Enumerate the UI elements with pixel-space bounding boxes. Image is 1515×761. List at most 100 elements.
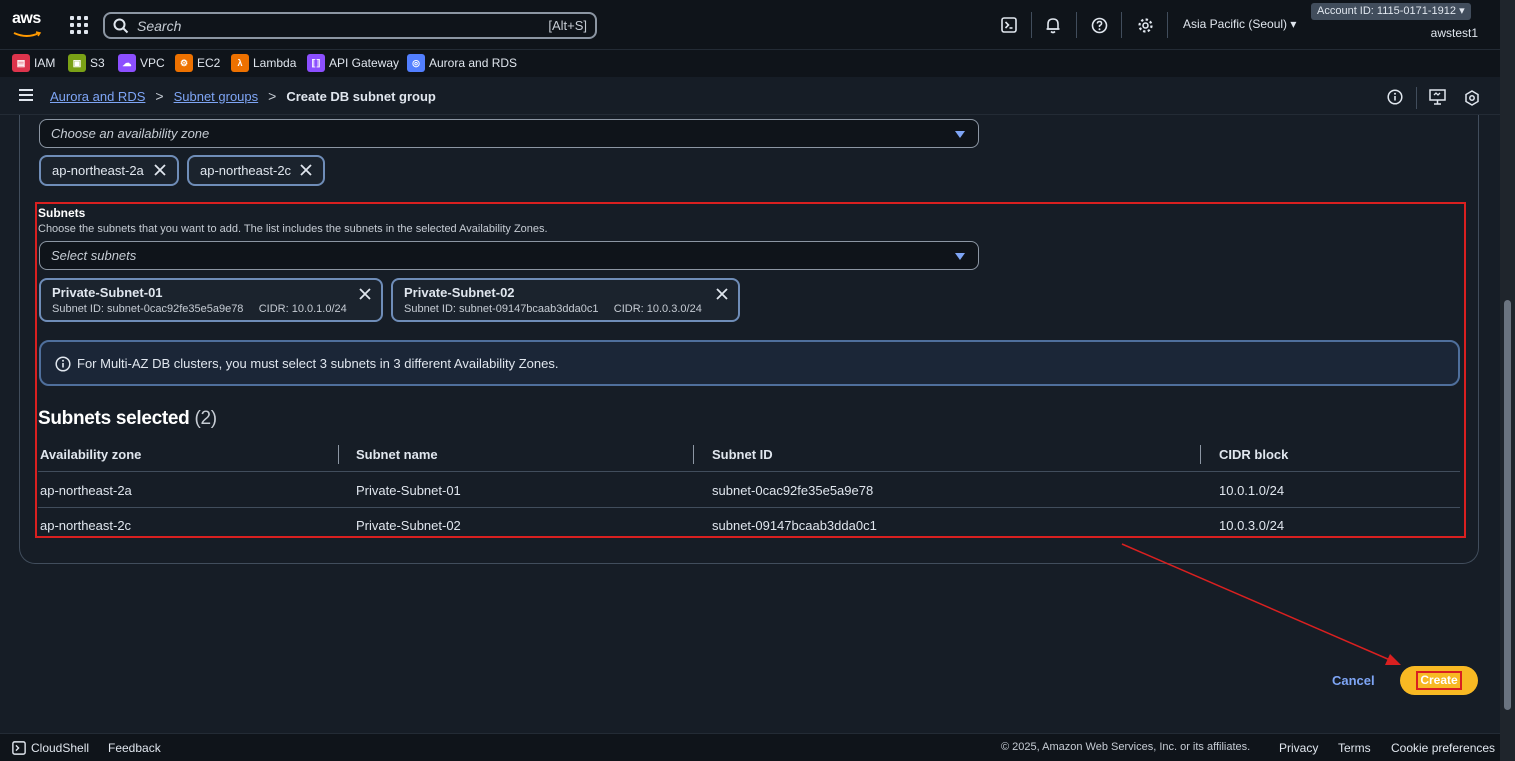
az-token-label: ap-northeast-2c: [200, 163, 292, 178]
aws-logo[interactable]: aws: [12, 10, 46, 38]
aws-logo-text: aws: [12, 10, 41, 27]
region-selector[interactable]: Asia Pacific (Seoul) ▾: [1183, 17, 1296, 31]
favorite-label: VPC: [140, 56, 165, 70]
table-cell-cidr: 10.0.1.0/24: [1219, 483, 1285, 498]
caret-down-icon: [955, 131, 965, 138]
scrollbar-thumb[interactable]: [1504, 300, 1511, 710]
subnets-selected-title: Subnets selected: [38, 408, 190, 429]
subnet-token: Private-Subnet-01 Subnet ID: subnet-0cac…: [39, 278, 383, 322]
caret-down-icon: [955, 253, 965, 260]
favorite-iam[interactable]: ▤ IAM: [12, 54, 55, 72]
table-cell-id: subnet-0cac92fe35e5a9e78: [712, 483, 874, 498]
cancel-button[interactable]: Cancel: [1332, 673, 1375, 688]
table-cell-az: ap-northeast-2a: [40, 483, 132, 498]
search-placeholder: Search: [137, 18, 182, 34]
iam-icon: ▤: [12, 54, 30, 72]
favorite-ec2[interactable]: ⚙ EC2: [175, 54, 220, 72]
az-token-label: ap-northeast-2a: [52, 163, 144, 178]
subnets-placeholder: Select subnets: [51, 248, 137, 263]
favorite-label: API Gateway: [329, 56, 400, 70]
cookie-preferences-link[interactable]: Cookie preferences: [1391, 741, 1495, 755]
subnets-label: Subnets: [38, 206, 86, 220]
info-icon: [55, 356, 71, 372]
favorite-label: EC2: [197, 56, 221, 70]
page-scrollbar[interactable]: [1500, 0, 1515, 761]
favorites-bar: ▤ IAM ▣ S3 ☁ VPC ⚙ EC2 λ Lambda ⟦⟧ API Gateway…: [0, 50, 1500, 77]
az-token: ap-northeast-2a: [39, 155, 179, 186]
cloudshell-link[interactable]: CloudShell: [12, 741, 89, 755]
subnets-selected-count: (2): [194, 408, 217, 429]
subnets-description: Choose the subnets that you want to add.…: [38, 223, 548, 235]
search-shortcut: [Alt+S]: [548, 18, 587, 33]
breadcrumb-subnet-groups[interactable]: Subnet groups: [174, 89, 259, 104]
aws-smile-icon: [13, 31, 42, 37]
info-alert: For Multi-AZ DB clusters, you must selec…: [39, 340, 1460, 386]
user-menu[interactable]: awstest1: [1431, 26, 1478, 40]
copyright-text: © 2025, Amazon Web Services, Inc. or its…: [1001, 741, 1251, 753]
table-cell-az: ap-northeast-2c: [40, 518, 132, 533]
breadcrumb-current: Create DB subnet group: [286, 88, 436, 104]
ec2-icon: ⚙: [175, 54, 193, 72]
close-icon[interactable]: [358, 287, 372, 301]
account-id-badge[interactable]: Account ID: 1115-0171-1912 ▾: [1311, 3, 1471, 20]
s3-icon: ▣: [68, 54, 86, 72]
search-icon: [113, 18, 129, 34]
rds-icon: ◎: [407, 54, 425, 72]
cloudshell-icon: [12, 741, 26, 755]
column-header-cidr-block[interactable]: CIDR block: [1219, 447, 1288, 462]
top-navigation: aws Search [Alt+S] Asia Pacific (Seoul) …: [0, 0, 1515, 50]
breadcrumb-aurora-rds[interactable]: Aurora and RDS: [50, 89, 145, 104]
vpc-icon: ☁: [118, 54, 136, 72]
table-cell-name: Private-Subnet-01: [356, 483, 461, 498]
feedback-link[interactable]: Feedback: [108, 741, 161, 755]
breadcrumb: Aurora and RDS > Subnet groups > Create …: [50, 88, 436, 104]
alert-text: For Multi-AZ DB clusters, you must selec…: [77, 356, 559, 371]
services-menu-icon[interactable]: [70, 16, 88, 34]
info-icon[interactable]: [1386, 88, 1404, 106]
terms-link[interactable]: Terms: [1338, 741, 1371, 755]
close-icon[interactable]: [715, 287, 729, 301]
favorite-vpc[interactable]: ☁ VPC: [118, 54, 165, 72]
favorite-api-gateway[interactable]: ⟦⟧ API Gateway: [307, 54, 399, 72]
create-button-label: Create: [1416, 671, 1462, 690]
table-cell-cidr: 10.0.3.0/24: [1219, 518, 1285, 533]
column-header-availability-zone[interactable]: Availability zone: [40, 447, 141, 462]
favorite-aurora-rds[interactable]: ◎ Aurora and RDS: [407, 54, 517, 72]
subnets-selected-heading: Subnets selected (2): [38, 408, 217, 430]
table-cell-name: Private-Subnet-02: [356, 518, 461, 533]
column-header-subnet-id[interactable]: Subnet ID: [712, 447, 773, 462]
cloudshell-label: CloudShell: [31, 741, 90, 755]
footer: CloudShell Feedback © 2025, Amazon Web S…: [0, 733, 1500, 761]
favorite-s3[interactable]: ▣ S3: [68, 54, 105, 72]
availability-zone-select[interactable]: Choose an availability zone: [39, 119, 979, 148]
notifications-bell-icon[interactable]: [1043, 15, 1063, 35]
favorite-lambda[interactable]: λ Lambda: [231, 54, 296, 72]
table-cell-id: subnet-09147bcaab3dda0c1: [712, 518, 877, 533]
api-gateway-icon: ⟦⟧: [307, 54, 325, 72]
cloudshell-icon[interactable]: [999, 15, 1019, 35]
lambda-icon: λ: [231, 54, 249, 72]
help-icon[interactable]: [1089, 15, 1109, 35]
chevron-right-icon: >: [155, 88, 164, 104]
az-token: ap-northeast-2c: [187, 155, 325, 186]
favorite-label: Aurora and RDS: [429, 56, 518, 70]
subnet-token-meta: Subnet ID: subnet-09147bcaab3dda0c1 CIDR…: [404, 303, 702, 315]
privacy-link[interactable]: Privacy: [1279, 741, 1318, 755]
chevron-right-icon: >: [268, 88, 277, 104]
settings-hexagon-icon[interactable]: [1463, 89, 1481, 107]
subnets-select[interactable]: Select subnets: [39, 241, 979, 270]
favorite-label: S3: [90, 56, 105, 70]
favorite-label: Lambda: [253, 56, 297, 70]
close-icon[interactable]: [299, 163, 313, 177]
settings-gear-icon[interactable]: [1135, 15, 1155, 35]
presentation-icon[interactable]: [1428, 88, 1446, 106]
search-input[interactable]: Search [Alt+S]: [103, 12, 597, 39]
column-header-subnet-name[interactable]: Subnet name: [356, 447, 438, 462]
create-button[interactable]: Create: [1400, 666, 1478, 695]
close-icon[interactable]: [153, 163, 167, 177]
favorite-label: IAM: [34, 56, 56, 70]
menu-hamburger-icon[interactable]: [19, 89, 33, 101]
subnet-token: Private-Subnet-02 Subnet ID: subnet-0914…: [391, 278, 740, 322]
subnet-token-meta: Subnet ID: subnet-0cac92fe35e5a9e78 CIDR…: [52, 303, 347, 315]
subnet-token-name: Private-Subnet-02: [404, 285, 515, 300]
